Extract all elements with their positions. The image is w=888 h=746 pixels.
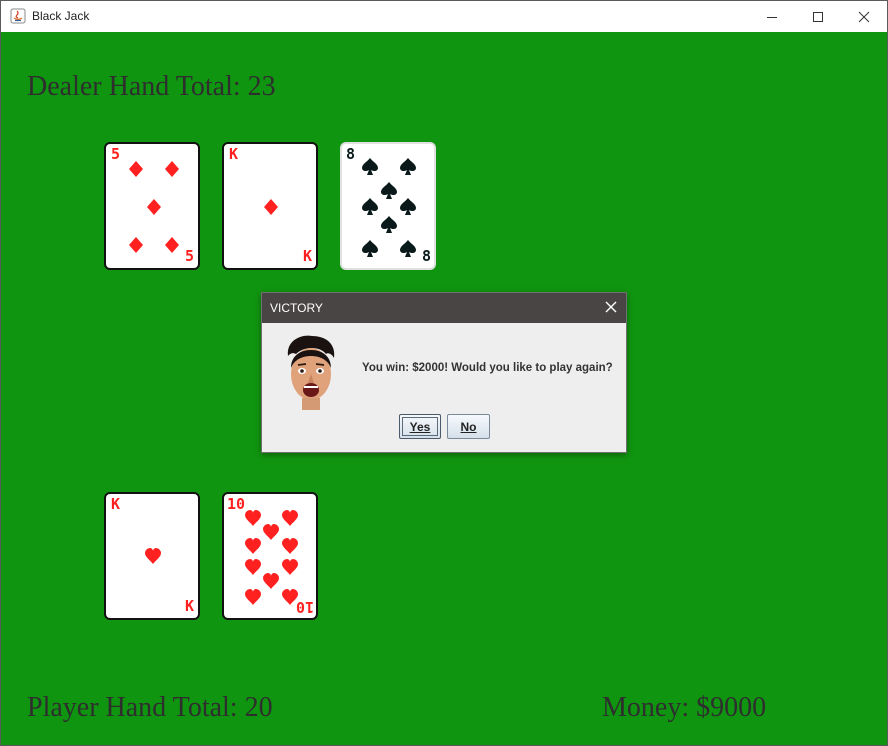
no-button-label: No (460, 419, 477, 434)
yes-button[interactable]: Yes (399, 414, 441, 439)
close-button[interactable] (841, 1, 887, 32)
dialog-title: VICTORY (270, 301, 323, 315)
dealer-hand-total: Dealer Hand Total: 23 (27, 71, 276, 102)
money-balance: Money: $9000 (602, 692, 767, 723)
heart-pip-icon (145, 548, 161, 564)
no-button[interactable]: No (447, 414, 490, 439)
dialog-message: You win: $2000! Would you like to play a… (362, 362, 613, 374)
diamond-pips-icon (129, 161, 179, 253)
java-app-icon (10, 8, 26, 24)
heart-pips-icon (245, 510, 298, 605)
dealer-card-3: 8 8 (340, 142, 436, 270)
close-icon[interactable] (604, 300, 618, 314)
close-icon (858, 11, 870, 22)
dealer-card-2: K K (222, 142, 318, 270)
title-bar[interactable]: Black Jack (1, 1, 887, 32)
face-avatar-icon (287, 335, 335, 410)
victory-dialog: VICTORY You win: $2000! Would you like t… (261, 292, 627, 453)
window-title: Black Jack (32, 9, 90, 23)
player-card-1: K K (104, 492, 200, 620)
maximize-button[interactable] (795, 1, 841, 32)
player-hand-total: Player Hand Total: 20 (27, 692, 273, 723)
dialog-title-bar[interactable]: VICTORY (262, 293, 626, 323)
minimize-icon (767, 16, 777, 18)
minimize-button[interactable] (749, 1, 795, 32)
diamond-pip-icon (264, 199, 278, 215)
spade-pips-icon (362, 158, 416, 257)
player-card-2: 10 10 (222, 492, 318, 620)
dealer-card-1: 5 5 (104, 142, 200, 270)
maximize-icon (813, 11, 823, 22)
yes-button-label: Yes (409, 419, 431, 434)
